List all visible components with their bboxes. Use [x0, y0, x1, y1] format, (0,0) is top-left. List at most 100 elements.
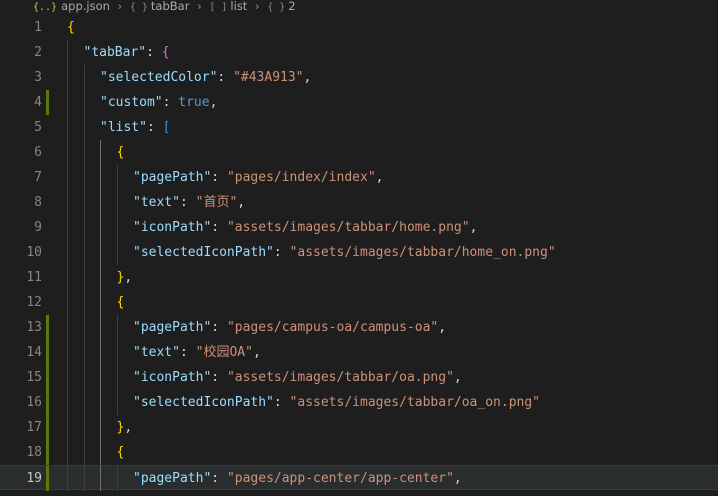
indent-guide — [67, 466, 68, 491]
code-line[interactable]: 2 "tabBar": { — [0, 40, 718, 65]
code-line[interactable]: 12 { — [0, 290, 718, 315]
line-number: 3 — [34, 70, 42, 85]
code-line[interactable]: 7 "pagePath": "pages/index/index", — [0, 165, 718, 190]
indent-guide — [100, 140, 101, 165]
code-line[interactable]: 10 "selectedIconPath": "assets/images/tab… — [0, 240, 718, 265]
breadcrumb-file[interactable]: app.json — [61, 0, 110, 13]
git-modified-marker[interactable] — [46, 365, 49, 390]
code-line[interactable]: 18 { — [0, 440, 718, 465]
code-token: "assets/images/tabbar/home.png" — [226, 220, 470, 235]
code-token: : — [217, 70, 234, 85]
code-text: "custom": true, — [100, 90, 217, 115]
code-token: "pages/campus-oa/campus-oa" — [226, 320, 439, 335]
git-modified-marker[interactable] — [46, 90, 49, 115]
code-token: , — [375, 170, 384, 185]
indent-guide — [67, 140, 68, 165]
line-number: 5 — [34, 120, 42, 135]
breadcrumb-item-tabbar[interactable]: tabBar — [151, 0, 190, 13]
line-number: 12 — [26, 295, 42, 310]
code-line[interactable]: 8 "text": "首页", — [0, 190, 718, 215]
code-text: "pagePath": "pages/app-center/app-center… — [133, 466, 462, 491]
line-number: 13 — [26, 320, 42, 335]
code-text: { — [117, 140, 125, 165]
code-token: { — [161, 45, 170, 60]
indent-guide — [67, 415, 68, 440]
code-text: "selectedIconPath": "assets/images/tabba… — [133, 240, 556, 265]
indent-guide — [100, 466, 101, 491]
code-line[interactable]: 1{ — [0, 15, 718, 40]
indent-guide — [100, 215, 101, 240]
indent-guide — [116, 466, 118, 491]
indent-guide — [83, 65, 85, 90]
code-line[interactable]: 11}, — [0, 265, 718, 290]
code-line[interactable]: 3 "selectedColor": "#43A913", — [0, 65, 718, 90]
indent-guide — [67, 215, 68, 240]
indent-guide — [116, 165, 118, 190]
indent-guide — [67, 40, 68, 65]
code-line[interactable]: 19 "pagePath": "pages/app-center/app-cent… — [0, 465, 718, 491]
code-line[interactable]: 16 "selectedIconPath": "assets/images/tab… — [0, 390, 718, 415]
code-line[interactable]: 13 "pagePath": "pages/campus-oa/campus-oa… — [0, 315, 718, 340]
indent-guide — [83, 290, 85, 315]
code-line[interactable]: 17}, — [0, 415, 718, 440]
git-modified-marker[interactable] — [46, 415, 49, 440]
indent-guide — [67, 240, 68, 265]
indent-guide — [83, 340, 85, 365]
indent-guide — [83, 415, 85, 440]
indent-guide — [116, 390, 118, 415]
indent-guide — [100, 415, 101, 440]
indent-guide — [100, 190, 101, 215]
code-text: }, — [117, 415, 133, 440]
git-modified-marker[interactable] — [46, 440, 49, 465]
code-line[interactable]: 5 "list": [ — [0, 115, 718, 140]
code-text: "tabBar": { — [84, 40, 170, 65]
git-modified-marker[interactable] — [46, 390, 49, 415]
indent-guide — [100, 165, 101, 190]
indent-guide — [67, 440, 68, 465]
indent-guide — [83, 390, 85, 415]
code-token: : — [179, 195, 196, 210]
line-number: 16 — [26, 395, 42, 410]
breadcrumb-item-list[interactable]: list — [230, 0, 247, 13]
indent-guide — [83, 365, 85, 390]
line-number: 4 — [34, 95, 42, 110]
code-token: : — [211, 320, 227, 335]
code-line[interactable]: 14 "text": "校园OA", — [0, 340, 718, 365]
breadcrumb-item-index[interactable]: 2 — [288, 0, 295, 13]
code-text: "selectedIconPath": "assets/images/tabba… — [133, 390, 540, 415]
git-modified-marker[interactable] — [46, 340, 49, 365]
code-text: { — [117, 290, 125, 315]
indent-guide — [116, 215, 118, 240]
code-token: "pagePath" — [133, 471, 212, 486]
code-text: { — [67, 15, 75, 40]
code-token: : — [162, 95, 179, 110]
indent-guide — [67, 190, 68, 215]
code-line[interactable]: 9 "iconPath": "assets/images/tabbar/home.… — [0, 215, 718, 240]
code-line[interactable]: 15 "iconPath": "assets/images/tabbar/oa.p… — [0, 365, 718, 390]
git-modified-marker[interactable] — [46, 466, 49, 491]
indent-guide — [100, 390, 101, 415]
indent-guide — [100, 315, 101, 340]
code-line[interactable]: 6{ — [0, 140, 718, 165]
code-token: , — [453, 471, 462, 486]
code-token: "iconPath" — [133, 370, 212, 385]
code-token: : — [273, 395, 290, 410]
code-line[interactable]: 4 "custom": true, — [0, 90, 718, 115]
code-token: , — [124, 420, 133, 435]
object-icon: { } — [129, 2, 148, 13]
code-token: : — [273, 245, 290, 260]
indent-guide — [100, 290, 101, 315]
indent-guide — [83, 440, 85, 465]
code-token: : — [211, 471, 227, 486]
line-number: 7 — [34, 170, 42, 185]
indent-guide — [100, 440, 101, 465]
code-text: "text": "首页", — [133, 190, 245, 215]
code-token: : — [211, 170, 227, 185]
indent-guide — [67, 265, 68, 290]
line-number: 18 — [26, 445, 42, 460]
code-editor[interactable]: 1{2 "tabBar": {3 "selectedColor": "#43A913… — [0, 15, 718, 496]
indent-guide — [83, 240, 85, 265]
code-text: "list": [ — [100, 115, 170, 140]
git-modified-marker[interactable] — [46, 315, 49, 340]
code-token: { — [67, 20, 75, 35]
